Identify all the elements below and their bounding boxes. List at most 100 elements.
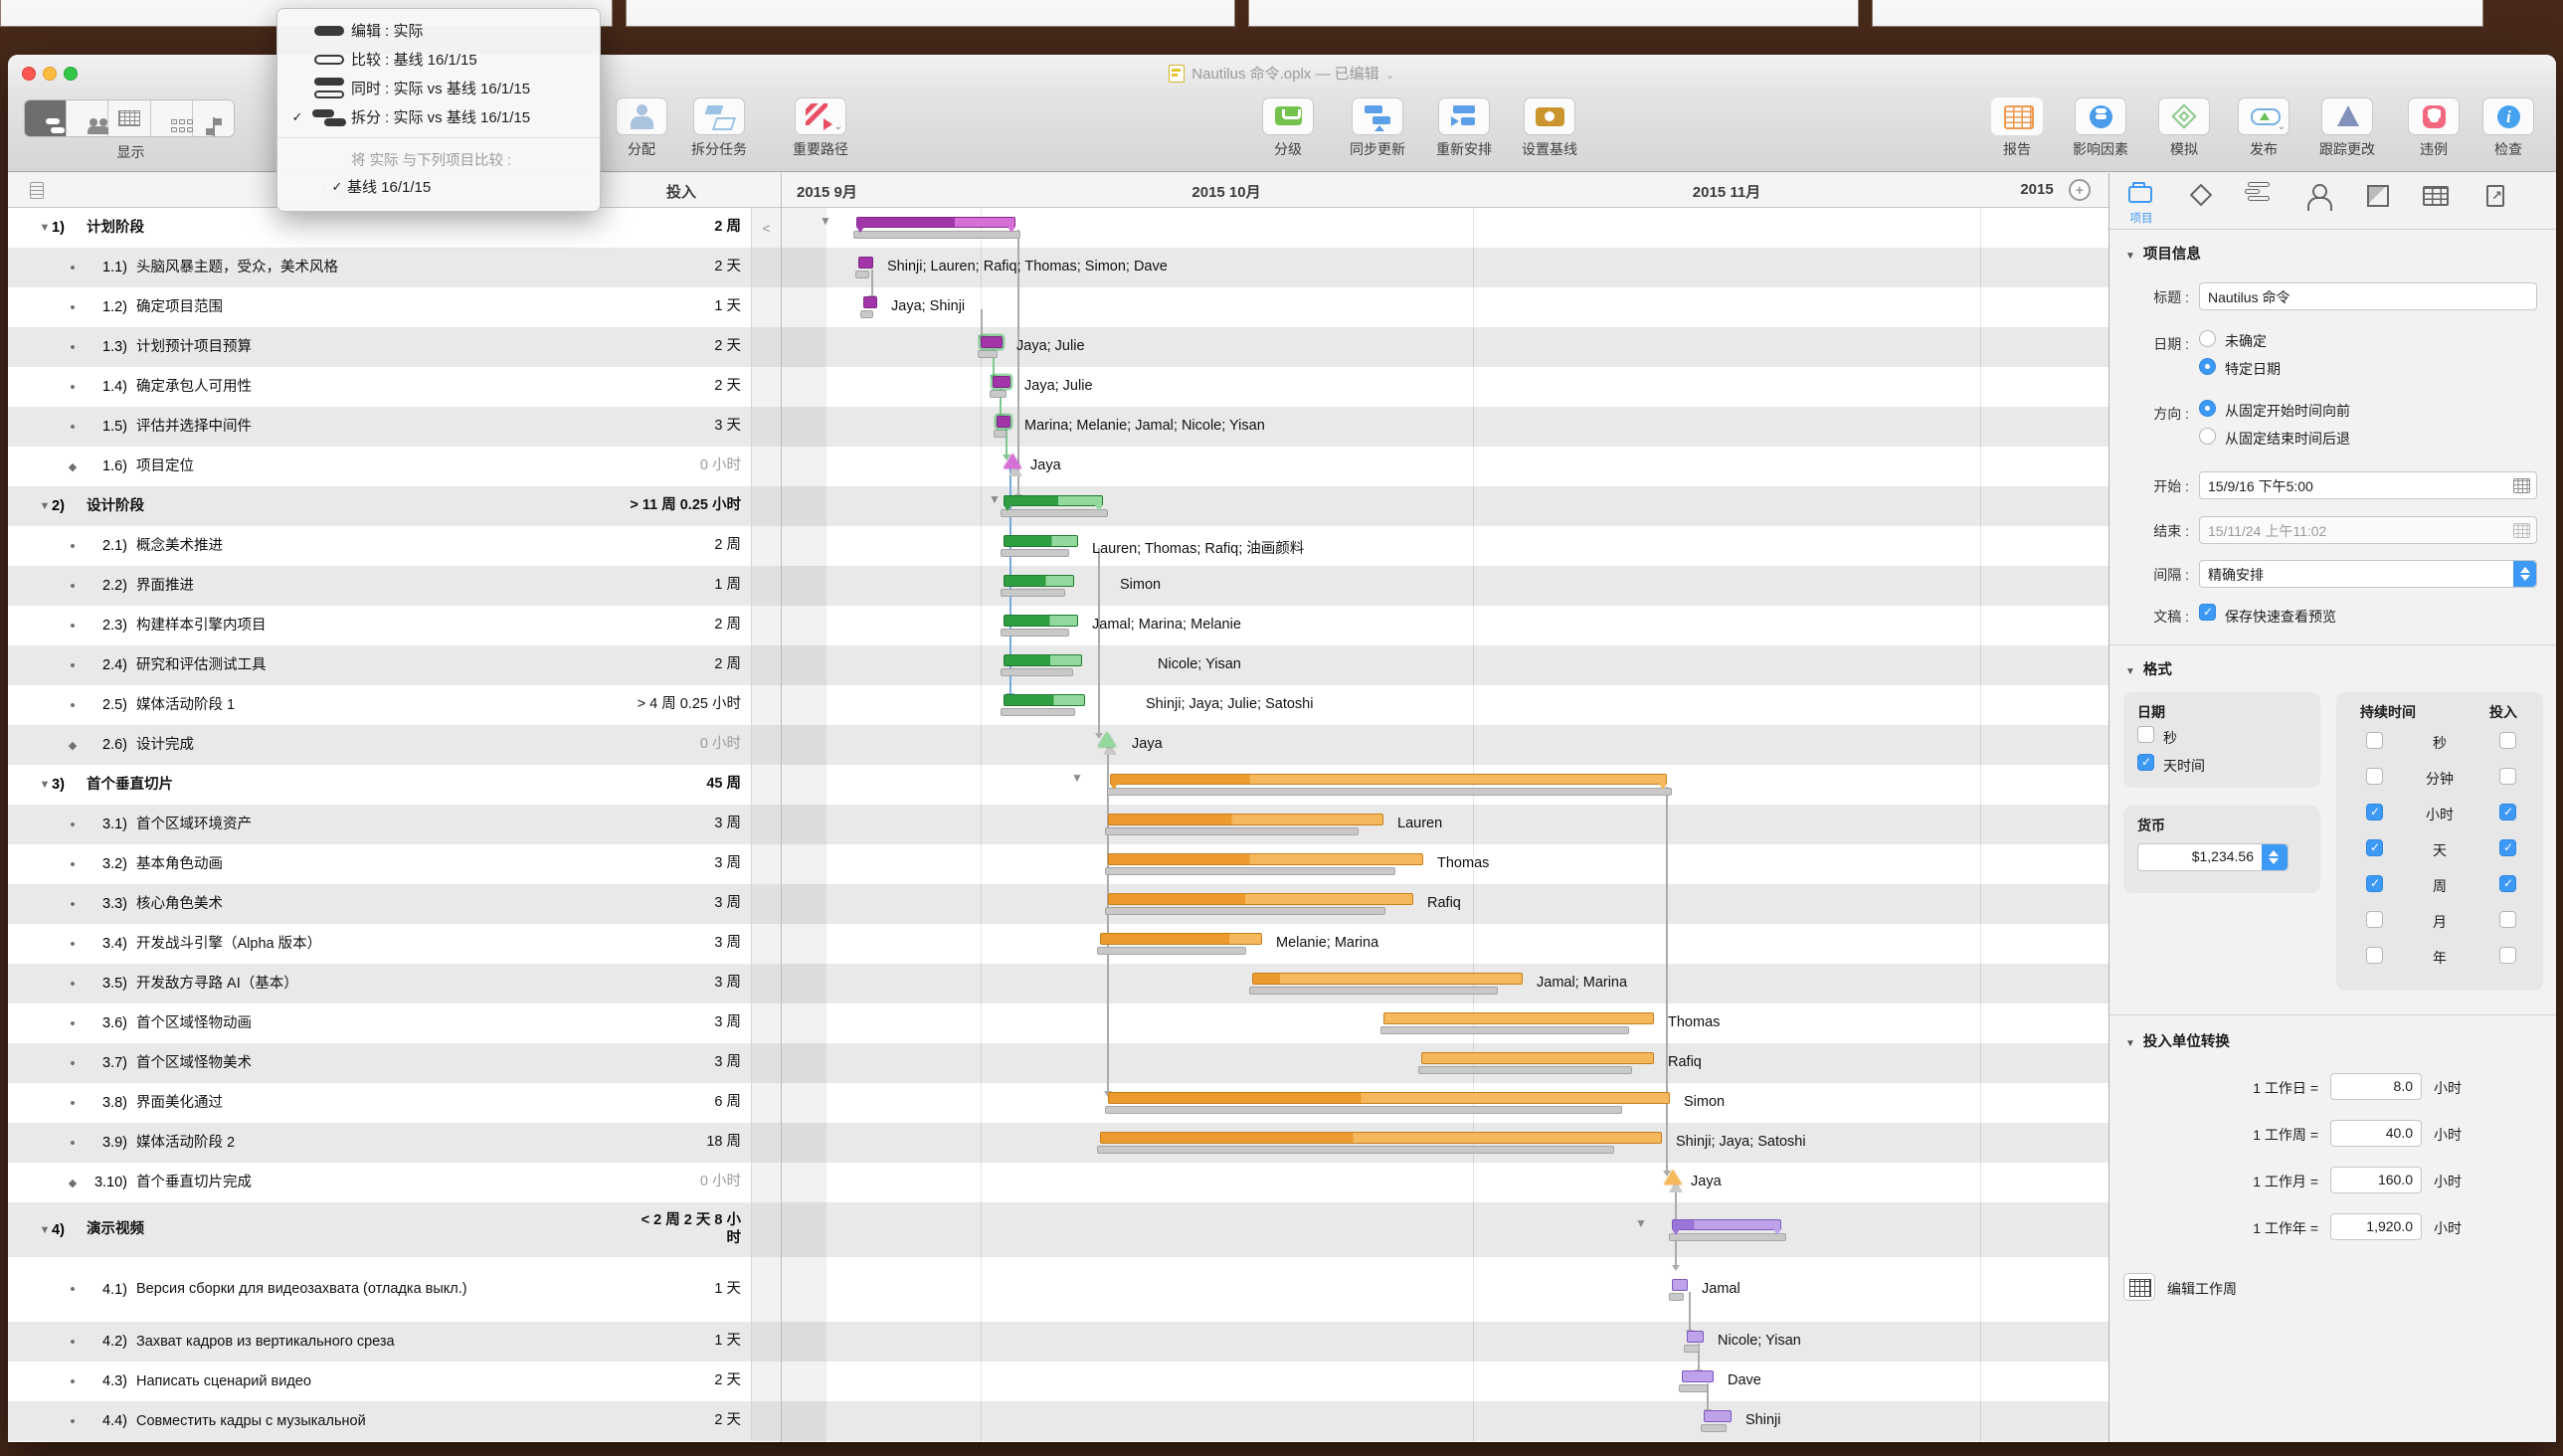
toolbar-button-inspect[interactable]: 检查	[2461, 97, 2556, 159]
task-bar[interactable]	[1108, 853, 1423, 865]
project-info-header[interactable]: ▼项目信息	[2125, 243, 2556, 264]
row-marker-icon[interactable]: •	[66, 538, 80, 555]
row-marker-icon[interactable]: •	[66, 260, 80, 276]
tab-styles[interactable]	[2242, 180, 2276, 210]
row-marker-icon[interactable]: •	[66, 976, 80, 993]
row-marker-icon[interactable]: •	[66, 618, 80, 635]
effort-unit-checkbox[interactable]	[2499, 875, 2516, 892]
task-bar[interactable]	[993, 376, 1010, 388]
direction-backward-radio[interactable]	[2199, 428, 2216, 445]
toolbar-button-publish[interactable]: ⌄发布	[2216, 97, 2311, 159]
task-bar[interactable]	[1672, 1219, 1781, 1230]
task-bar[interactable]	[858, 257, 873, 269]
table-row[interactable]: •2.4)研究和评估测试工具2 周	[8, 645, 781, 685]
edit-work-week-button[interactable]	[2123, 1273, 2155, 1301]
toolbar-button-reschedule[interactable]: 重新安排	[1416, 97, 1512, 159]
effort-unit-checkbox[interactable]	[2499, 768, 2516, 785]
calendar-icon[interactable]	[2513, 478, 2530, 493]
granularity-popup[interactable]: 精确安排	[2199, 560, 2537, 588]
toolbar-button-sync-update[interactable]: 同步更新	[1330, 97, 1425, 159]
toolbar-button-critical-path[interactable]: ⌄重要路径	[773, 97, 868, 159]
table-row[interactable]: ◆2.6)设计完成0 小时	[8, 725, 781, 765]
calendar-icon[interactable]	[2513, 523, 2530, 538]
task-bar[interactable]	[1682, 1370, 1714, 1382]
view-resources-segment[interactable]	[67, 100, 108, 136]
title-chevron-icon[interactable]: ⌄	[1385, 68, 1395, 82]
row-marker-icon[interactable]: •	[66, 1413, 80, 1430]
table-row[interactable]: •2.2)界面推进1 周	[8, 566, 781, 606]
task-bar[interactable]	[1004, 615, 1078, 627]
table-row[interactable]: ▼3)首个垂直切片45 周	[8, 765, 781, 805]
row-marker-icon[interactable]: •	[66, 697, 80, 714]
task-bar[interactable]	[1687, 1331, 1704, 1343]
row-marker-icon[interactable]: •	[66, 1095, 80, 1112]
menu-item-2[interactable]: 比较 : 基线 16/1/15	[277, 45, 600, 74]
task-bar[interactable]	[997, 416, 1010, 428]
conversion-value-field[interactable]: 160.0	[2330, 1167, 2422, 1193]
conversion-value-field[interactable]: 8.0	[2330, 1073, 2422, 1100]
row-marker-icon[interactable]: ▼	[38, 1224, 52, 1236]
tab-milestones[interactable]	[2184, 180, 2218, 210]
toolbar-button-factors[interactable]: 影响因素	[2053, 97, 2148, 159]
task-bar[interactable]	[1004, 535, 1078, 547]
task-bar[interactable]	[1100, 1132, 1662, 1144]
gantt-timeline-header[interactable]: 2015 9月2015 10月2015 11月2015 +	[782, 173, 2108, 208]
effort-unit-checkbox[interactable]	[2499, 732, 2516, 749]
task-bar[interactable]	[863, 296, 877, 308]
tab-export[interactable]	[2478, 180, 2512, 210]
task-bar[interactable]	[1108, 893, 1413, 905]
currency-format-dropdown[interactable]: $1,234.56	[2137, 843, 2288, 871]
row-marker-icon[interactable]: •	[66, 817, 80, 833]
duration-unit-checkbox[interactable]	[2366, 875, 2383, 892]
table-row[interactable]: ◆1.6)项目定位0 小时	[8, 447, 781, 486]
quicklook-checkbox[interactable]	[2199, 604, 2216, 621]
row-marker-icon[interactable]: ◆	[66, 739, 80, 752]
view-tasks-segment[interactable]	[25, 100, 67, 136]
conversion-value-field[interactable]: 40.0	[2330, 1120, 2422, 1147]
row-marker-icon[interactable]: •	[66, 1135, 80, 1152]
row-marker-icon[interactable]: •	[66, 1015, 80, 1032]
task-bar[interactable]	[1108, 1092, 1670, 1104]
toolbar-button-split-task[interactable]: 拆分任务	[671, 97, 767, 159]
table-row[interactable]: •3.2)基本角色动画3 周	[8, 844, 781, 884]
popup-stepper-icon[interactable]	[2513, 561, 2536, 587]
row-marker-icon[interactable]: •	[66, 1373, 80, 1390]
table-row[interactable]: •4.2)Захват кадров из вертикального срез…	[8, 1322, 781, 1362]
table-row[interactable]: •4.4)Совместить кадры с музыкальной2 天	[8, 1401, 781, 1441]
row-marker-icon[interactable]: ▼	[38, 222, 52, 234]
menu-item-baseline[interactable]: ✓基线 16/1/15	[277, 172, 600, 201]
task-bar[interactable]	[1421, 1052, 1654, 1064]
row-marker-icon[interactable]: ◆	[66, 1177, 80, 1189]
effort-unit-checkbox[interactable]	[2499, 911, 2516, 928]
task-bar[interactable]	[1004, 694, 1085, 706]
table-row[interactable]: •2.3)构建样本引擎内项目2 周	[8, 606, 781, 645]
table-row[interactable]: •1.1)头脑风暴主题，受众，美术风格2 天	[8, 248, 781, 287]
task-bar[interactable]	[1110, 774, 1667, 785]
format-header[interactable]: ▼格式	[2125, 658, 2556, 679]
view-dashboard-segment[interactable]	[193, 100, 234, 136]
task-bar[interactable]	[1704, 1410, 1732, 1422]
table-row[interactable]: •1.4)确定承包人可用性2 天	[8, 367, 781, 407]
date-undetermined-radio[interactable]	[2199, 330, 2216, 347]
row-marker-icon[interactable]: •	[66, 856, 80, 873]
table-row[interactable]: •2.1)概念美术推进2 周	[8, 526, 781, 566]
tab-custom-data[interactable]	[2419, 180, 2453, 210]
start-date-field[interactable]: 15/9/16 下午5:00	[2199, 471, 2537, 499]
task-bar[interactable]	[1108, 814, 1383, 825]
task-bar[interactable]	[1004, 654, 1082, 666]
task-bar[interactable]	[1004, 495, 1103, 506]
row-marker-icon[interactable]: •	[66, 339, 80, 356]
effort-conversion-header[interactable]: ▼投入单位转换	[2125, 1030, 2556, 1051]
table-row[interactable]: •2.5)媒体活动阶段 1> 4 周 0.25 小时	[8, 685, 781, 725]
row-marker-icon[interactable]: •	[66, 896, 80, 913]
table-row[interactable]: •3.4)开发战斗引擎（Alpha 版本）3 周	[8, 924, 781, 964]
duration-unit-checkbox[interactable]	[2366, 839, 2383, 856]
row-marker-icon[interactable]: ▼	[38, 500, 52, 512]
toolbar-button-leveling[interactable]: 分级	[1240, 97, 1336, 159]
table-row[interactable]: ◆3.10)首个垂直切片完成0 小时	[8, 1163, 781, 1202]
direction-forward-radio[interactable]	[2199, 400, 2216, 417]
table-row[interactable]: •4.1)Версия сборки для видеозахвата (отл…	[8, 1257, 781, 1322]
tab-resource[interactable]	[2301, 180, 2335, 210]
table-row[interactable]: •1.5)评估并选择中间件3 天	[8, 407, 781, 447]
menu-item-3[interactable]: 同时 : 实际 vs 基线 16/1/15	[277, 74, 600, 102]
